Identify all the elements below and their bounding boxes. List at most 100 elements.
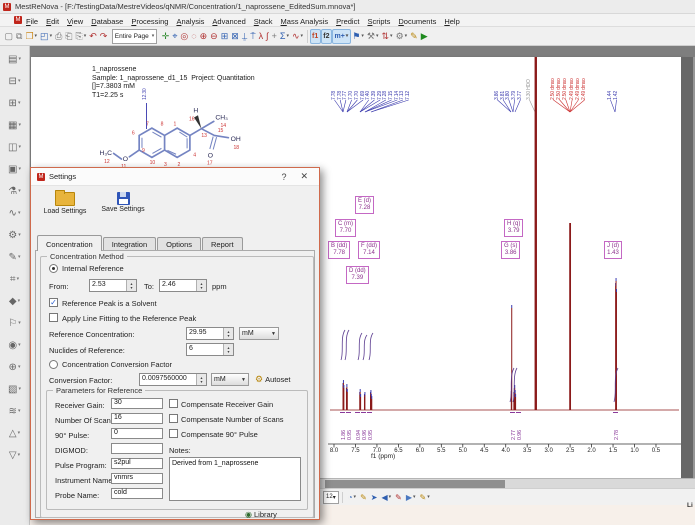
cursor-tool-icon[interactable]: ◀▾: [379, 493, 393, 502]
pen-red-icon[interactable]: ✎: [393, 493, 404, 502]
compensate-scans-checkbox[interactable]: [169, 414, 178, 423]
tab-report[interactable]: Report: [202, 237, 243, 251]
nuclides-spinbox[interactable]: 6 ▲▼: [186, 343, 234, 356]
open-icon[interactable]: ❐▾: [24, 29, 39, 44]
save-settings-button[interactable]: Save Settings: [95, 192, 151, 213]
menu-scripts[interactable]: Scripts: [363, 17, 394, 26]
menu-analysis[interactable]: Analysis: [172, 17, 208, 26]
peak-pick-icon[interactable]: λ: [257, 29, 265, 44]
conversion-factor-radio[interactable]: [49, 360, 58, 369]
instrument-name-input[interactable]: vnmrs: [111, 473, 163, 484]
scrollbar-thumb[interactable]: [325, 480, 505, 488]
settings-icon[interactable]: ⚙▾: [394, 29, 409, 44]
dialog-titlebar[interactable]: M Settings ? ✕: [31, 168, 319, 186]
run-icon[interactable]: ▶: [419, 29, 429, 44]
menu-predict[interactable]: Predict: [332, 17, 363, 26]
target-icon[interactable]: ◉▾: [8, 334, 20, 356]
pen-star-icon[interactable]: ✎▾: [418, 493, 432, 502]
probe-name-input[interactable]: cold: [111, 488, 163, 499]
expand-icon[interactable]: ⊕: [198, 29, 209, 44]
pan-icon[interactable]: ✛: [160, 29, 171, 44]
to-spinbox[interactable]: 2.46 ▲▼: [159, 279, 207, 292]
spinner-arrows-icon[interactable]: ▲▼: [223, 344, 233, 355]
autoset-button[interactable]: ⚙ Autoset: [255, 374, 291, 385]
undo-icon[interactable]: ↶: [88, 29, 99, 44]
layout-icon[interactable]: ▤▾: [8, 48, 21, 70]
spinner-arrows-icon[interactable]: ▲▼: [223, 328, 233, 339]
peak-down-icon[interactable]: ⍑: [249, 29, 257, 44]
phase-icon[interactable]: ∿▾: [290, 29, 304, 44]
reference-unit-combo[interactable]: mM ▼: [239, 327, 279, 340]
tools-icon[interactable]: ⚒▾: [365, 29, 380, 44]
number-of-scans-input[interactable]: 16: [111, 413, 163, 424]
pages-icon[interactable]: ◫▾: [8, 136, 21, 158]
compensate-receiver-gain-checkbox[interactable]: [169, 399, 178, 408]
plus-icon[interactable]: ⊕▾: [9, 356, 21, 378]
crosshair-icon[interactable]: ⌖: [171, 29, 179, 44]
menu-processing[interactable]: Processing: [127, 17, 172, 26]
fit-icon[interactable]: ⊖: [209, 29, 220, 44]
copy-icon[interactable]: ⎗: [64, 29, 74, 44]
menu-file[interactable]: File: [22, 17, 42, 26]
up-icon[interactable]: △▾: [9, 422, 20, 444]
new-page-icon[interactable]: ⧉: [15, 29, 24, 44]
paste-icon[interactable]: ⎘▾: [74, 29, 88, 44]
pencil-icon[interactable]: ✎▾: [9, 246, 21, 268]
flag2-icon[interactable]: ⚐▾: [8, 312, 20, 334]
pulse-program-input[interactable]: s2pul: [111, 458, 163, 469]
print-icon[interactable]: ⎙: [54, 29, 64, 44]
notes-textarea[interactable]: Derived from 1_naprossene: [169, 457, 301, 501]
help-button[interactable]: ?: [276, 172, 291, 182]
grid-icon[interactable]: ⊞: [219, 29, 230, 44]
tab-options[interactable]: Options: [157, 237, 201, 251]
pattern-icon[interactable]: ▧▾: [8, 378, 21, 400]
add-icon[interactable]: +: [270, 29, 278, 44]
conversion-unit-combo[interactable]: mM ▼: [211, 373, 249, 386]
curve-icon[interactable]: ∿▾: [9, 202, 21, 224]
tab-integration[interactable]: Integration: [103, 237, 156, 251]
internal-reference-radio[interactable]: [49, 264, 58, 273]
digmod-input[interactable]: [111, 443, 163, 454]
table-icon[interactable]: ▦▾: [8, 114, 21, 136]
wave-icon[interactable]: ≋▾: [9, 400, 21, 422]
reference-concentration-spinbox[interactable]: 29.95 ▲▼: [186, 327, 234, 340]
pen-gold-icon[interactable]: ✎: [358, 493, 369, 502]
close-button[interactable]: ✕: [295, 171, 313, 182]
chemistry-icon[interactable]: ⚗▾: [8, 180, 20, 202]
align-icon[interactable]: ⊟▾: [9, 70, 21, 92]
grid2-icon[interactable]: ⊞▾: [9, 92, 21, 114]
close-view-icon[interactable]: ⊠: [230, 29, 241, 44]
bins-icon[interactable]: ⌗▾: [10, 268, 19, 290]
spinner-arrows-icon[interactable]: ▲▼: [126, 280, 136, 291]
reference-peak-solvent-checkbox[interactable]: ✓: [49, 298, 58, 307]
peak-up-icon[interactable]: ⍊: [240, 29, 248, 44]
spinner-arrows-icon[interactable]: ▲▼: [196, 280, 206, 291]
zoom-out-icon[interactable]: ◌: [190, 29, 198, 44]
font-size-combo[interactable]: 12 ▾: [323, 491, 339, 504]
menu-view[interactable]: View: [63, 17, 87, 26]
menu-advanced[interactable]: Advanced: [208, 17, 249, 26]
receiver-gain-input[interactable]: 30: [111, 398, 163, 409]
new-document-icon[interactable]: ▢: [3, 29, 15, 44]
frame-icon[interactable]: ▣▾: [8, 158, 21, 180]
load-settings-button[interactable]: Load Settings: [39, 192, 91, 215]
tab-concentration[interactable]: Concentration: [37, 235, 102, 251]
flag-icon[interactable]: ⚑▾: [351, 29, 366, 44]
menu-stack[interactable]: Stack: [250, 17, 277, 26]
edit-icon[interactable]: ✎: [409, 29, 420, 44]
page-zoom-combo[interactable]: Entire Page▾: [112, 29, 157, 44]
baseline-icon[interactable]: ⇅▾: [380, 29, 394, 44]
from-spinbox[interactable]: 2.53 ▲▼: [89, 279, 137, 292]
zoom-tool-icon[interactable]: ◔▾: [346, 493, 358, 502]
menu-edit[interactable]: Edit: [42, 17, 63, 26]
spinner-arrows-icon[interactable]: ▲▼: [196, 374, 206, 385]
compensate-pulse90-checkbox[interactable]: [169, 429, 178, 438]
menu-database[interactable]: Database: [87, 17, 127, 26]
sum-icon[interactable]: Σ▾: [278, 29, 290, 44]
multiplet-button[interactable]: m+▾: [332, 29, 351, 44]
library-button[interactable]: ◉ Library: [245, 510, 277, 519]
menu-documents[interactable]: Documents: [394, 17, 440, 26]
apply-line-fitting-checkbox[interactable]: [49, 313, 58, 322]
conversion-factor-spinbox[interactable]: 0.0097560000 ▲▼: [139, 373, 207, 386]
gear-icon[interactable]: ⚙▾: [8, 224, 20, 246]
